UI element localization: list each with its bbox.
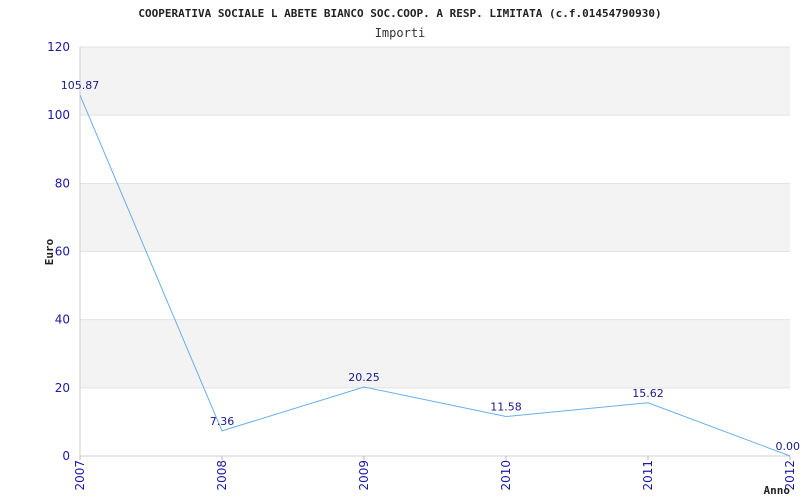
y-tick-label: 40 xyxy=(55,313,70,327)
y-tick-label: 100 xyxy=(47,108,70,122)
x-tick-label: 2008 xyxy=(215,460,229,491)
y-tick-label: 80 xyxy=(55,176,70,190)
series-line xyxy=(79,94,791,457)
data-label: 15.62 xyxy=(632,387,664,400)
x-tick-label: 2011 xyxy=(641,460,655,491)
x-axis-title: Anno xyxy=(764,484,791,497)
background-band xyxy=(80,319,790,388)
line-chart: 020406080100120 2007 2008 2009 2010 2011 2012… xyxy=(43,7,800,497)
x-tick-label: 2009 xyxy=(357,460,371,491)
background-bands xyxy=(80,47,790,388)
background-band xyxy=(80,47,790,116)
background-band xyxy=(80,183,790,252)
y-tick-label: 60 xyxy=(55,245,70,259)
data-label: 105.87 xyxy=(61,79,100,92)
y-axis-title: Euro xyxy=(43,238,56,265)
y-tick-label: 0 xyxy=(62,449,70,463)
x-tick-labels: 2007 2008 2009 2010 2011 2012 xyxy=(73,456,797,491)
data-label: 0.00 xyxy=(776,440,800,453)
chart-title: COOPERATIVA SOCIALE L ABETE BIANCO SOC.C… xyxy=(138,7,661,20)
chart-subtitle: Importi xyxy=(375,26,426,40)
data-labels: 105.87 7.36 20.25 11.58 15.62 0.00 xyxy=(61,79,800,453)
data-label: 7.36 xyxy=(210,415,235,428)
y-tick-label: 20 xyxy=(55,381,70,395)
x-tick-label: 2007 xyxy=(73,460,87,491)
y-tick-label: 120 xyxy=(47,40,70,54)
data-label: 20.25 xyxy=(348,371,380,384)
x-tick-label: 2010 xyxy=(499,460,513,491)
data-label: 11.58 xyxy=(490,401,522,414)
